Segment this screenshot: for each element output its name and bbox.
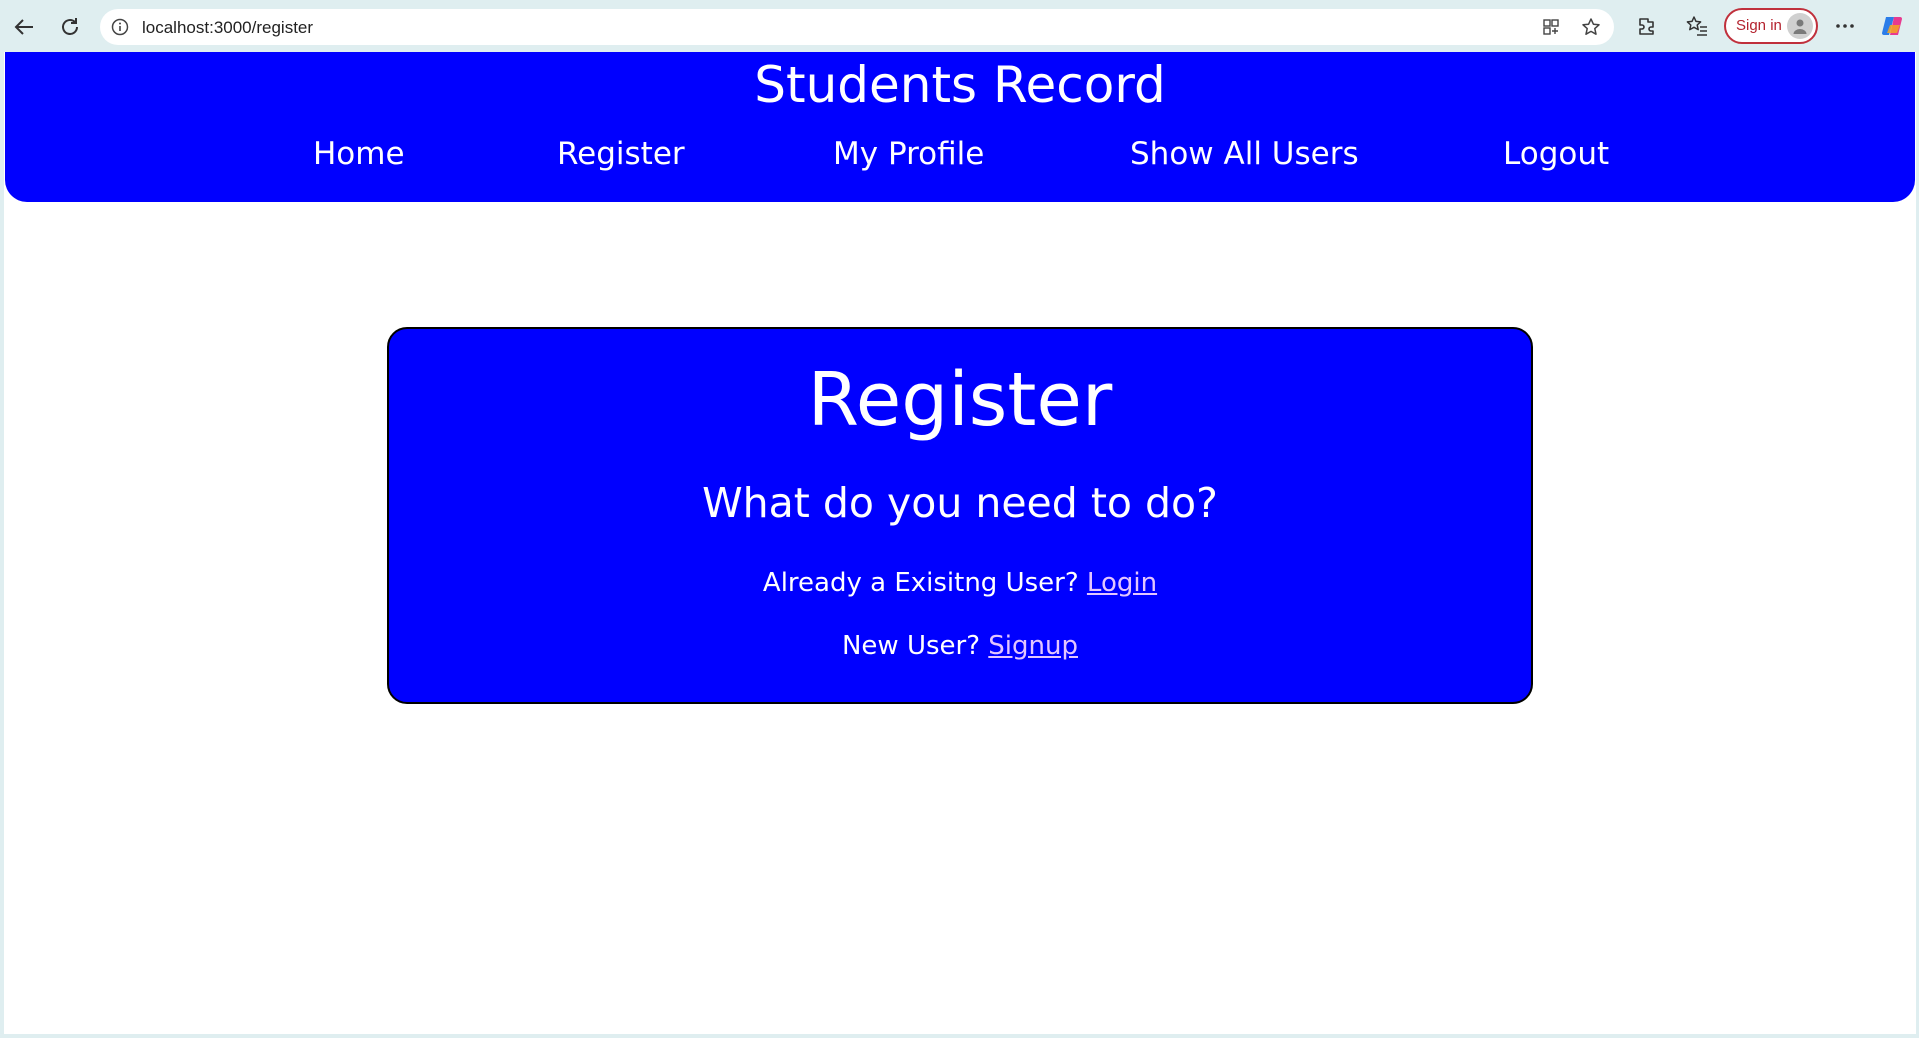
new-user-text: New User?: [841, 631, 981, 661]
nav-register-link[interactable]: Register: [557, 134, 685, 174]
nav-my-profile-link[interactable]: My Profile: [833, 134, 984, 174]
refresh-button[interactable]: [54, 11, 86, 43]
new-user-line: New User? Signup: [389, 628, 1531, 664]
copilot-icon[interactable]: [1880, 13, 1906, 39]
site-header: Students Record Home Register My Profile…: [5, 52, 1915, 202]
favorites-icon[interactable]: [1684, 13, 1710, 39]
register-card: Register What do you need to do? Already…: [387, 327, 1533, 704]
extensions-icon[interactable]: [1634, 13, 1660, 39]
refresh-icon: [62, 18, 78, 35]
card-title: Register: [807, 357, 1113, 443]
back-button[interactable]: [8, 11, 40, 43]
nav-home-link[interactable]: Home: [313, 134, 405, 174]
nav-show-all-users-link[interactable]: Show All Users: [1130, 134, 1359, 174]
url-text[interactable]: localhost:3000/register: [142, 18, 313, 38]
app-grid-icon[interactable]: [1540, 16, 1562, 38]
login-link[interactable]: Login: [1087, 568, 1157, 598]
card-subtitle: What do you need to do?: [702, 479, 1218, 527]
site-title: Students Record: [754, 56, 1166, 114]
back-icon: [14, 19, 33, 35]
existing-user-line: Already a Exisitng User? Login: [389, 565, 1531, 601]
sign-in-button[interactable]: Sign in: [1724, 8, 1818, 44]
nav-logout-link[interactable]: Logout: [1503, 134, 1609, 174]
browser-toolbar: localhost:3000/register Sign in: [0, 0, 1919, 52]
more-icon[interactable]: [1832, 13, 1858, 39]
star-icon[interactable]: [1580, 16, 1602, 38]
existing-user-text: Already a Exisitng User?: [762, 568, 1079, 598]
avatar-icon: [1787, 13, 1813, 39]
page-viewport: Students Record Home Register My Profile…: [4, 52, 1916, 1034]
signup-link[interactable]: Signup: [988, 631, 1078, 661]
info-icon[interactable]: [110, 17, 130, 37]
sign-in-label: Sign in: [1736, 17, 1782, 34]
address-bar[interactable]: localhost:3000/register: [100, 9, 1614, 45]
